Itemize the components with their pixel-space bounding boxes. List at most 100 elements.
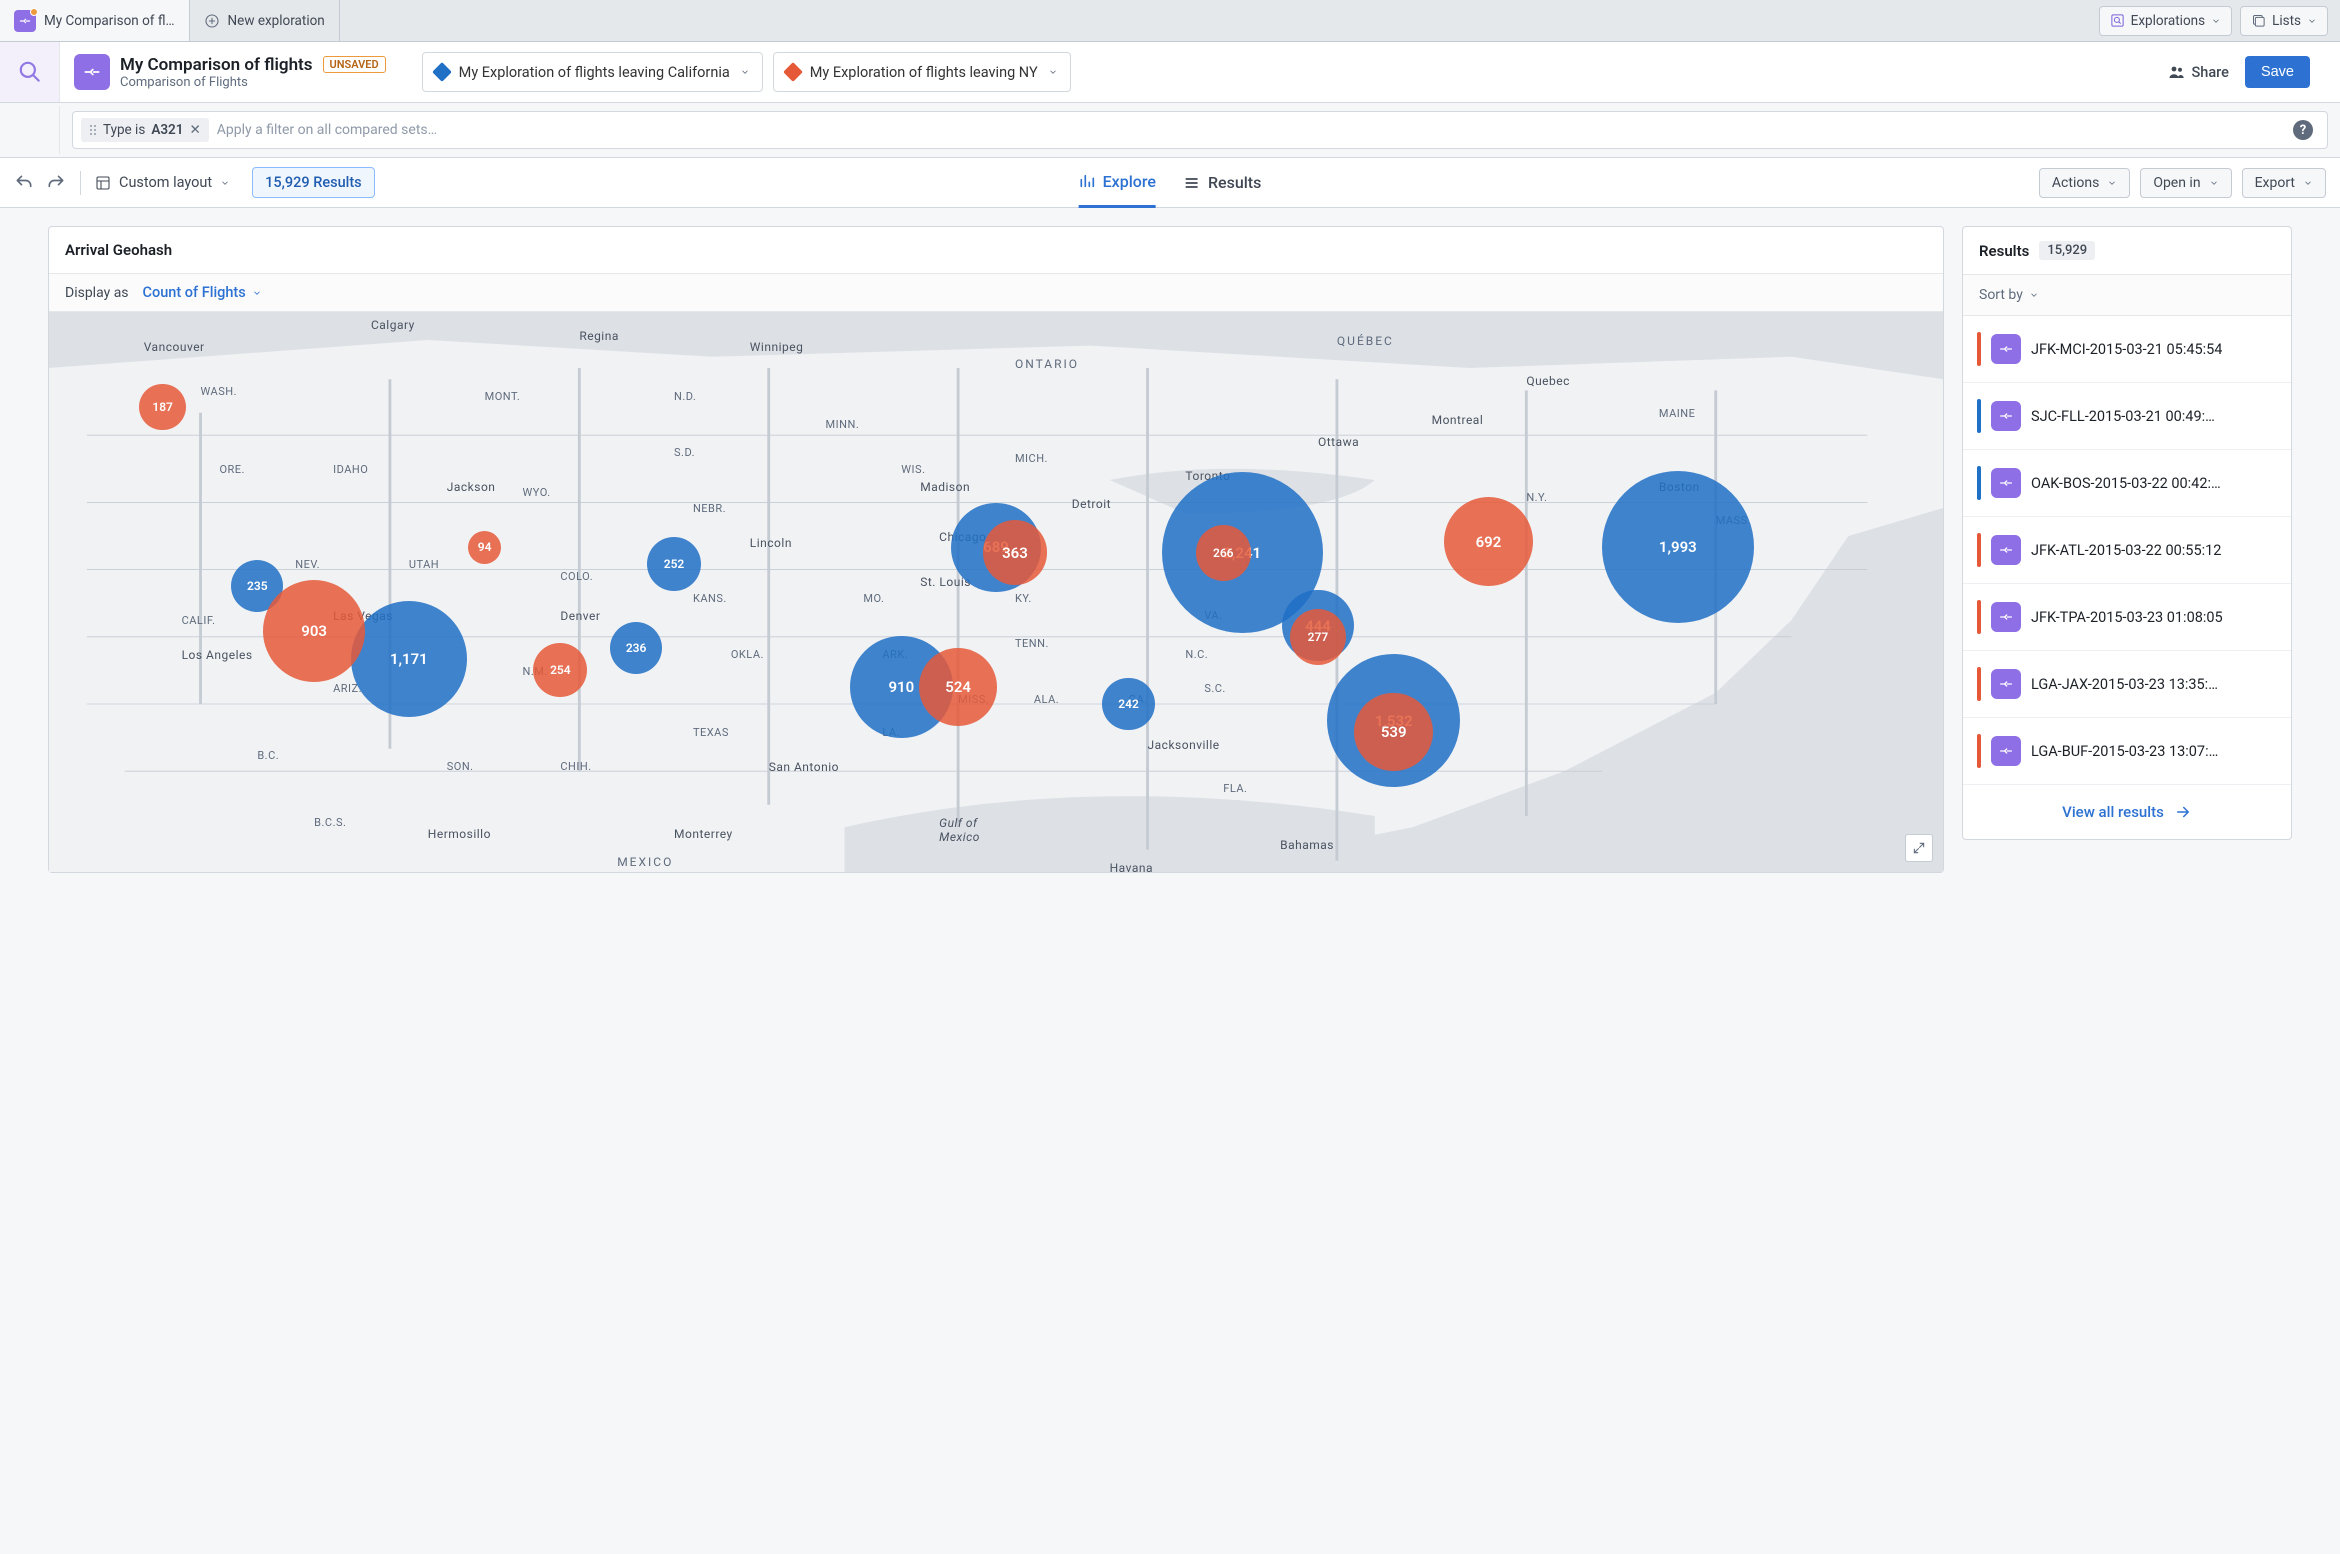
- page-subtitle: Comparison of Flights: [120, 75, 386, 90]
- map-bubble[interactable]: 236: [610, 622, 662, 674]
- diamond-icon: [432, 62, 452, 82]
- result-item[interactable]: JFK-ATL-2015-03-22 00:55:12: [1963, 517, 2291, 584]
- exploration-ca-dropdown[interactable]: My Exploration of flights leaving Califo…: [422, 52, 763, 92]
- lists-label: Lists: [2272, 13, 2301, 29]
- flight-icon: [1991, 535, 2021, 565]
- results-title: Results: [1979, 242, 2029, 260]
- explorations-dropdown[interactable]: Explorations: [2099, 6, 2232, 36]
- series-color-bar: [1977, 600, 1981, 634]
- filter-chip[interactable]: Type is A321 ✕: [81, 118, 209, 142]
- map-bubble[interactable]: 539: [1354, 693, 1433, 772]
- flight-icon: [1991, 736, 2021, 766]
- stack-icon: [2251, 13, 2266, 28]
- remove-filter-icon[interactable]: ✕: [189, 122, 200, 138]
- sort-by-dropdown[interactable]: Sort by: [1963, 275, 2291, 316]
- chevron-down-icon: [740, 67, 750, 77]
- results-count-button[interactable]: 15,929 Results: [252, 167, 374, 198]
- chevron-down-icon: [220, 178, 230, 188]
- exploration-ca-label: My Exploration of flights leaving Califo…: [459, 64, 730, 81]
- map-bubble[interactable]: 363: [983, 520, 1048, 585]
- map-card-title: Arrival Geohash: [49, 227, 1943, 274]
- layout-icon: [95, 175, 111, 191]
- filter-chip-prefix: Type is: [103, 122, 145, 138]
- result-item[interactable]: LGA-BUF-2015-03-23 13:07:…: [1963, 718, 2291, 785]
- map-bubble[interactable]: 252: [647, 537, 701, 591]
- tab-explore-label: Explore: [1103, 172, 1156, 191]
- workspace-tab-active[interactable]: My Comparison of fl…: [0, 0, 190, 41]
- new-exploration-tab[interactable]: New exploration: [190, 0, 340, 41]
- results-panel: Results 15,929 Sort by JFK-MCI-2015-03-2…: [1962, 226, 2292, 840]
- map-bubble[interactable]: 1,171: [351, 601, 467, 717]
- result-item[interactable]: JFK-MCI-2015-03-21 05:45:54: [1963, 316, 2291, 383]
- display-as-dropdown[interactable]: Count of Flights: [143, 284, 262, 301]
- map-bubble[interactable]: 242: [1102, 678, 1155, 731]
- export-label: Export: [2255, 175, 2295, 191]
- undo-button[interactable]: [14, 173, 34, 193]
- result-label: JFK-MCI-2015-03-21 05:45:54: [2031, 341, 2222, 358]
- result-item[interactable]: OAK-BOS-2015-03-22 00:42:…: [1963, 450, 2291, 517]
- exploration-ny-dropdown[interactable]: My Exploration of flights leaving NY: [773, 52, 1071, 92]
- map-bubble[interactable]: 187: [139, 384, 185, 430]
- flight-icon: [1991, 602, 2021, 632]
- map-bubble[interactable]: 524: [919, 648, 997, 726]
- actions-label: Actions: [2052, 175, 2099, 191]
- filter-spacer: [0, 106, 60, 154]
- chart-icon: [1079, 173, 1095, 189]
- people-icon: [2168, 63, 2186, 81]
- save-button[interactable]: Save: [2245, 56, 2310, 88]
- flight-icon: [1991, 334, 2021, 364]
- result-item[interactable]: LGA-JAX-2015-03-23 13:35:…: [1963, 651, 2291, 718]
- map-bubble[interactable]: 277: [1290, 609, 1347, 666]
- open-in-dropdown[interactable]: Open in: [2140, 168, 2231, 198]
- map-bubble[interactable]: 94: [468, 531, 501, 564]
- layout-label: Custom layout: [119, 174, 212, 191]
- filter-input-container[interactable]: Type is A321 ✕ Apply a filter on all com…: [72, 111, 2328, 149]
- arrow-right-icon: [2174, 803, 2192, 821]
- chevron-down-icon: [2303, 178, 2313, 188]
- sidebar-magnify[interactable]: [0, 42, 60, 102]
- chevron-down-icon: [2307, 16, 2317, 26]
- map-bubble[interactable]: 266: [1196, 525, 1251, 580]
- filter-chip-value: A321: [151, 122, 183, 138]
- map-bubble[interactable]: 903: [263, 580, 365, 682]
- result-item[interactable]: SJC-FLL-2015-03-21 00:49:…: [1963, 383, 2291, 450]
- open-in-label: Open in: [2153, 175, 2200, 191]
- filter-placeholder: Apply a filter on all compared sets…: [217, 122, 437, 138]
- share-label: Share: [2192, 64, 2229, 81]
- magnify-icon: [17, 59, 43, 85]
- chevron-down-icon: [2029, 290, 2039, 300]
- export-dropdown[interactable]: Export: [2242, 168, 2326, 198]
- expand-map-button[interactable]: [1905, 834, 1933, 862]
- share-button[interactable]: Share: [2168, 63, 2229, 81]
- map-canvas[interactable]: Vancouver Calgary Regina Winnipeg Ontari…: [49, 312, 1943, 872]
- view-all-results-link[interactable]: View all results: [1963, 785, 2291, 839]
- display-as-value: Count of Flights: [143, 284, 246, 301]
- lists-dropdown[interactable]: Lists: [2240, 6, 2328, 36]
- plus-icon: [204, 13, 220, 29]
- result-label: LGA-BUF-2015-03-23 13:07:…: [2031, 743, 2218, 760]
- sort-by-label: Sort by: [1979, 287, 2023, 303]
- series-color-bar: [1977, 466, 1981, 500]
- list-icon: [1184, 175, 1200, 191]
- actions-dropdown[interactable]: Actions: [2039, 168, 2130, 198]
- map-card: Arrival Geohash Display as Count of Flig…: [48, 226, 1944, 873]
- help-icon[interactable]: ?: [2293, 120, 2313, 140]
- result-label: JFK-ATL-2015-03-22 00:55:12: [2031, 542, 2221, 559]
- page-title: My Comparison of flights: [120, 55, 313, 75]
- display-as-label: Display as: [65, 285, 129, 301]
- result-label: SJC-FLL-2015-03-21 00:49:…: [2031, 408, 2215, 425]
- unsaved-badge: UNSAVED: [323, 56, 386, 73]
- series-color-bar: [1977, 734, 1981, 768]
- layout-dropdown[interactable]: Custom layout: [95, 174, 230, 191]
- redo-button[interactable]: [46, 173, 66, 193]
- result-label: OAK-BOS-2015-03-22 00:42:…: [2031, 475, 2221, 492]
- results-count-badge: 15,929: [2039, 241, 2095, 260]
- map-bubble[interactable]: 1,993: [1602, 471, 1754, 623]
- result-item[interactable]: JFK-TPA-2015-03-23 01:08:05: [1963, 584, 2291, 651]
- new-exploration-label: New exploration: [228, 13, 325, 29]
- diamond-icon: [783, 62, 803, 82]
- tab-results[interactable]: Results: [1184, 158, 1261, 208]
- tab-explore[interactable]: Explore: [1079, 158, 1156, 208]
- view-all-label: View all results: [2062, 803, 2164, 821]
- map-bubble[interactable]: 692: [1444, 497, 1533, 586]
